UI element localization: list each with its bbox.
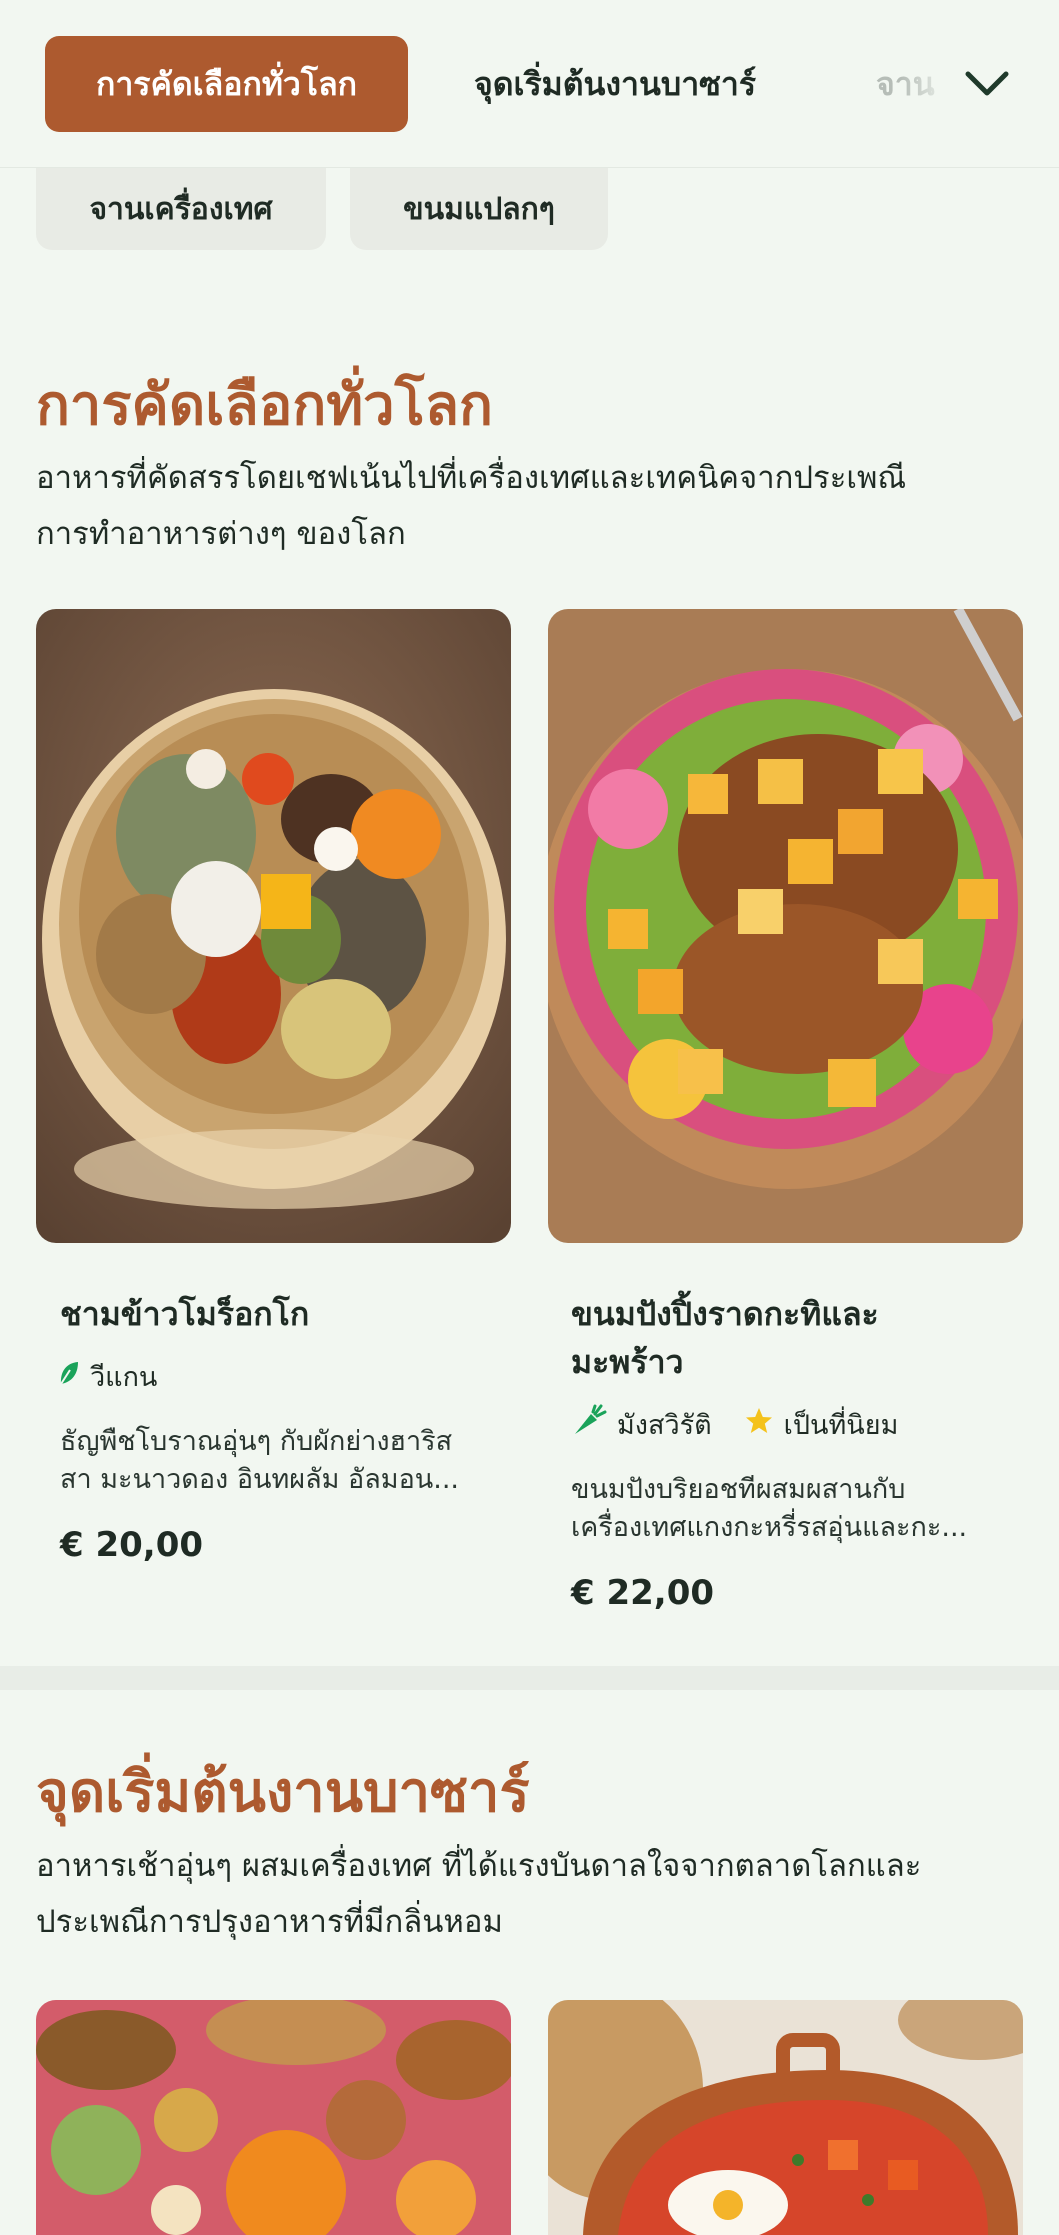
dish-description-line: ธัญพืชโบราณอุ่นๆ กับผักย่างฮาริส (60, 1426, 453, 1457)
leaf-icon (58, 1360, 80, 1393)
tag-vegetarian: มังสวิรัติ (571, 1403, 712, 1446)
category-tab-bar: การคัดเลือกทั่วโลก จุดเริ่มต้นงานบาซาร์ … (0, 0, 1059, 168)
dish-price: € 20,00 (60, 1525, 204, 1565)
section-title: จุดเริ่มต้นงานบาซาร์ (36, 1759, 530, 1825)
dish-image-coconut-toast[interactable] (548, 609, 1023, 1243)
section-description-line: อาหารที่คัดสรรโดยเชฟเน้นไปที่เครื่องเทศแ… (36, 460, 907, 496)
dish-description-line: สา มะนาวดอง อินทผลัม อัลมอน... (60, 1464, 460, 1495)
section-divider (0, 1666, 1059, 1690)
tab-global-selection[interactable]: การคัดเลือกทั่วโลก (45, 36, 408, 132)
section-description: อาหารที่คัดสรรโดยเชฟเน้นไปที่เครื่องเทศแ… (36, 450, 1026, 562)
dish-description: ธัญพืชโบราณอุ่นๆ กับผักย่างฮาริส สา มะนา… (60, 1423, 490, 1499)
star-icon (744, 1406, 774, 1443)
tag-vegan: วีแกน (58, 1355, 157, 1398)
tag-label: วีแกน (90, 1362, 158, 1393)
section-description-line: ประเพณีการปรุงอาหารที่มีกลิ่นหอม (36, 1904, 503, 1940)
tab-bazaar-start[interactable]: จุดเริ่มต้นงานบาซาร์ (474, 36, 756, 132)
dish-title-line: มะพร้าว (571, 1343, 684, 1381)
section-description: อาหารเช้าอุ่นๆ ผสมเครื่องเทศ ที่ได้แรงบั… (36, 1838, 1026, 1950)
dish-image-moroccan-bowl[interactable] (36, 609, 511, 1243)
dish-tags: มังสวิรัติ เป็นที่นิยม (571, 1403, 920, 1446)
dish-title[interactable]: ขนมปังปิ้งราดกะทิและ มะพร้าว (571, 1290, 1001, 1386)
dish-price: € 22,00 (571, 1573, 715, 1613)
dish-description-line: เครื่องเทศแกงกะหรี่รสอุ่นและกะ... (571, 1512, 968, 1543)
dish-image-bazaar-spread[interactable] (36, 2000, 511, 2235)
dish-tags: วีแกน (58, 1355, 179, 1398)
tag-popular: เป็นที่นิยม (744, 1403, 899, 1446)
section-description-line: การทำอาหารต่างๆ ของโลก (36, 516, 406, 552)
dish-title[interactable]: ชามข้าวโมร็อกโก (60, 1290, 460, 1338)
chevron-down-icon[interactable] (962, 60, 1012, 108)
tag-label: มังสวิรัติ (617, 1410, 712, 1441)
dish-image-shakshuka[interactable] (548, 2000, 1023, 2235)
section-title: การคัดเลือกทั่วโลก (36, 372, 493, 438)
dish-description-line: ขนมปังบริยอชทีผสมผสานกับ (571, 1474, 906, 1505)
tag-label: เป็นที่นิยม (783, 1410, 899, 1441)
dish-description: ขนมปังบริยอชทีผสมผสานกับ เครื่องเทศแกงกะ… (571, 1471, 1001, 1547)
carrot-icon (571, 1404, 607, 1445)
section-description-line: อาหารเช้าอุ่นๆ ผสมเครื่องเทศ ที่ได้แรงบั… (36, 1848, 922, 1884)
dish-title-line: ขนมปังปิ้งราดกะทิและ (571, 1295, 879, 1333)
